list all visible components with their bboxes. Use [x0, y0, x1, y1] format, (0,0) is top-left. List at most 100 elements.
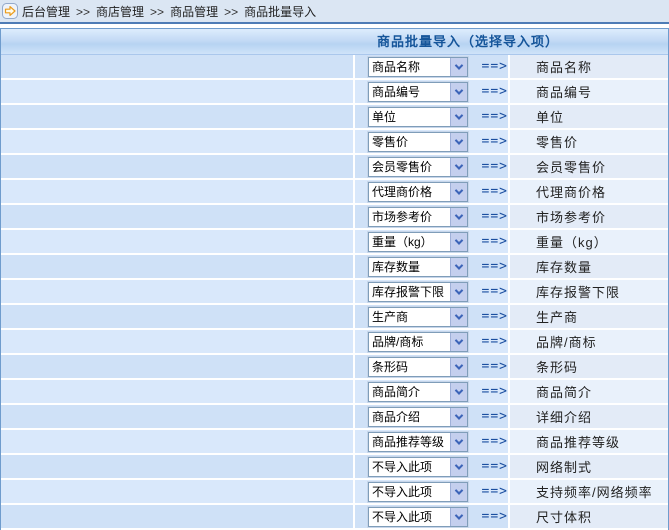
import-field-select[interactable]: 生产商: [368, 307, 468, 327]
import-field-select[interactable]: 市场参考价: [368, 207, 468, 227]
select-selected-value: 不导入此项: [369, 458, 450, 475]
row-target-cell: 单位: [510, 105, 668, 130]
target-field-label: 支持频率/网络频率: [510, 482, 653, 501]
chevron-down-icon[interactable]: [450, 458, 467, 476]
import-field-select[interactable]: 库存数量: [368, 257, 468, 277]
import-field-select[interactable]: 会员零售价: [368, 157, 468, 177]
target-field-label: 尺寸体积: [510, 507, 592, 526]
chevron-down-icon[interactable]: [450, 233, 467, 251]
target-field-label: 详细介绍: [510, 407, 592, 426]
row-target-cell: 库存报警下限: [510, 280, 668, 305]
chevron-down-icon[interactable]: [450, 408, 467, 426]
chevron-down-icon[interactable]: [450, 158, 467, 176]
chevron-down-icon[interactable]: [450, 433, 467, 451]
maps-to-arrow: ==>: [482, 84, 508, 99]
import-field-select[interactable]: 代理商价格: [368, 182, 468, 202]
row-target-cell: 品牌/商标: [510, 330, 668, 355]
chevron-down-icon[interactable]: [450, 483, 467, 501]
select-selected-value: 零售价: [369, 133, 450, 150]
row-source-cell: 重量（kg） ==>: [355, 230, 510, 255]
breadcrumb-separator: >>: [150, 5, 164, 19]
row-source-cell: 生产商 ==>: [355, 305, 510, 330]
row-target-cell: 库存数量: [510, 255, 668, 280]
import-field-select[interactable]: 商品编号: [368, 82, 468, 102]
chevron-down-icon[interactable]: [450, 133, 467, 151]
chevron-down-icon[interactable]: [450, 58, 467, 76]
row-target-cell: 市场参考价: [510, 205, 668, 230]
breadcrumb-item[interactable]: 商品批量导入: [244, 5, 316, 19]
row-left-spacer: [1, 405, 355, 430]
import-field-select[interactable]: 库存报警下限: [368, 282, 468, 302]
import-field-select[interactable]: 商品名称: [368, 57, 468, 77]
row-source-cell: 代理商价格 ==>: [355, 180, 510, 205]
import-field-select[interactable]: 条形码: [368, 357, 468, 377]
row-source-cell: 不导入此项 ==>: [355, 480, 510, 505]
select-selected-value: 代理商价格: [369, 183, 450, 200]
breadcrumb-item[interactable]: 商品管理: [170, 5, 218, 19]
maps-to-arrow: ==>: [482, 309, 508, 324]
import-mapping-row: 零售价 ==> 零售价: [1, 130, 668, 155]
import-field-select[interactable]: 不导入此项: [368, 482, 468, 502]
target-field-label: 商品编号: [510, 82, 592, 101]
maps-to-arrow: ==>: [482, 209, 508, 224]
breadcrumb-item[interactable]: 商店管理: [96, 5, 144, 19]
target-field-label: 条形码: [510, 357, 578, 376]
target-field-label: 库存数量: [510, 257, 592, 276]
row-source-cell: 商品编号 ==>: [355, 80, 510, 105]
row-left-spacer: [1, 280, 355, 305]
row-left-spacer: [1, 205, 355, 230]
panel-title: 商品批量导入（选择导入项）: [1, 29, 668, 55]
chevron-down-icon[interactable]: [450, 358, 467, 376]
chevron-down-icon[interactable]: [450, 308, 467, 326]
chevron-down-icon[interactable]: [450, 83, 467, 101]
import-field-select[interactable]: 单位: [368, 107, 468, 127]
import-field-select[interactable]: 不导入此项: [368, 457, 468, 477]
chevron-down-icon[interactable]: [450, 383, 467, 401]
import-field-select[interactable]: 商品简介: [368, 382, 468, 402]
import-field-select[interactable]: 重量（kg）: [368, 232, 468, 252]
target-field-label: 品牌/商标: [510, 332, 597, 351]
select-selected-value: 品牌/商标: [369, 333, 450, 350]
chevron-down-icon[interactable]: [450, 208, 467, 226]
chevron-down-icon[interactable]: [450, 108, 467, 126]
import-mapping-row: 不导入此项 ==> 支持频率/网络频率: [1, 480, 668, 505]
breadcrumb-item[interactable]: 后台管理: [22, 5, 70, 19]
maps-to-arrow: ==>: [482, 334, 508, 349]
row-left-spacer: [1, 305, 355, 330]
import-mapping-row: 不导入此项 ==> 尺寸体积: [1, 505, 668, 530]
import-panel: 商品批量导入（选择导入项） 商品名称 ==> 商品名称 商品编号 ==> 商品编…: [0, 28, 669, 530]
maps-to-arrow: ==>: [482, 259, 508, 274]
select-selected-value: 不导入此项: [369, 483, 450, 500]
row-left-spacer: [1, 80, 355, 105]
import-field-select[interactable]: 零售价: [368, 132, 468, 152]
import-mapping-row: 生产商 ==> 生产商: [1, 305, 668, 330]
maps-to-arrow: ==>: [482, 134, 508, 149]
chevron-down-icon[interactable]: [450, 508, 467, 526]
chevron-down-icon[interactable]: [450, 183, 467, 201]
breadcrumb-separator: >>: [76, 5, 90, 19]
import-mapping-row: 商品编号 ==> 商品编号: [1, 80, 668, 105]
select-selected-value: 会员零售价: [369, 158, 450, 175]
target-field-label: 市场参考价: [510, 207, 606, 226]
import-mapping-row: 单位 ==> 单位: [1, 105, 668, 130]
chevron-down-icon[interactable]: [450, 258, 467, 276]
maps-to-arrow: ==>: [482, 384, 508, 399]
row-left-spacer: [1, 430, 355, 455]
import-field-select[interactable]: 商品介绍: [368, 407, 468, 427]
import-field-select[interactable]: 品牌/商标: [368, 332, 468, 352]
row-left-spacer: [1, 155, 355, 180]
import-mapping-row: 商品推荐等级 ==> 商品推荐等级: [1, 430, 668, 455]
row-source-cell: 商品推荐等级 ==>: [355, 430, 510, 455]
chevron-down-icon[interactable]: [450, 333, 467, 351]
row-left-spacer: [1, 255, 355, 280]
import-mapping-row: 条形码 ==> 条形码: [1, 355, 668, 380]
import-mapping-row: 库存报警下限 ==> 库存报警下限: [1, 280, 668, 305]
chevron-down-icon[interactable]: [450, 283, 467, 301]
import-field-select[interactable]: 不导入此项: [368, 507, 468, 527]
import-field-select[interactable]: 商品推荐等级: [368, 432, 468, 452]
row-target-cell: 商品编号: [510, 80, 668, 105]
row-source-cell: 不导入此项 ==>: [355, 505, 510, 530]
row-source-cell: 零售价 ==>: [355, 130, 510, 155]
target-field-label: 生产商: [510, 307, 578, 326]
row-left-spacer: [1, 380, 355, 405]
